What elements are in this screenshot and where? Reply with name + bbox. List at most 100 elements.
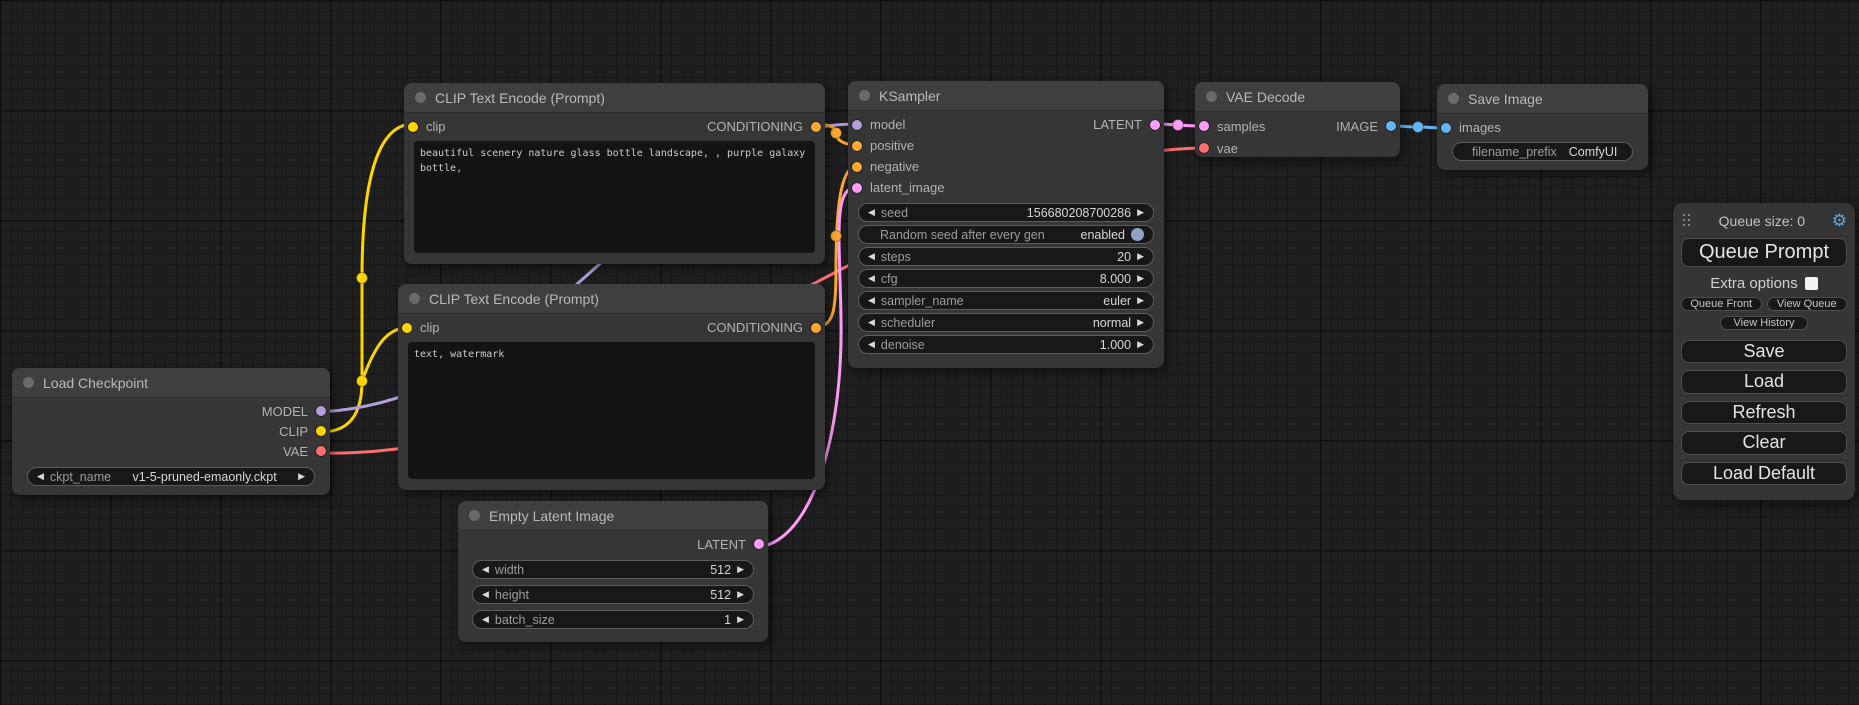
prev-arrow-icon[interactable]: ◀ <box>482 590 489 599</box>
negative-input-port[interactable] <box>852 162 862 172</box>
prev-arrow-icon[interactable]: ◀ <box>868 252 875 261</box>
cfg-widget[interactable]: ◀ cfg 8.000 ▶ <box>858 269 1154 288</box>
collapse-dot-icon[interactable] <box>409 293 420 304</box>
latent-output-port[interactable] <box>1150 120 1160 130</box>
sampler-name-widget[interactable]: ◀ sampler_name euler ▶ <box>858 291 1154 310</box>
node-ksampler[interactable]: KSampler model LATENT positive negative … <box>848 81 1164 368</box>
next-arrow-icon[interactable]: ▶ <box>737 565 744 574</box>
next-arrow-icon[interactable]: ▶ <box>298 472 305 481</box>
reroute-dot-clip-lower[interactable] <box>357 376 368 387</box>
node-titlebar[interactable]: VAE Decode <box>1195 82 1400 112</box>
comfyui-canvas[interactable]: { "colors": { "model": "#B39DDB", "clip"… <box>0 0 1859 705</box>
prev-arrow-icon[interactable]: ◀ <box>868 318 875 327</box>
load-button[interactable]: Load <box>1681 370 1847 393</box>
node-titlebar[interactable]: Empty Latent Image <box>458 501 768 531</box>
prev-arrow-icon[interactable]: ◀ <box>868 296 875 305</box>
next-arrow-icon[interactable]: ▶ <box>1137 318 1144 327</box>
node-load-checkpoint[interactable]: Load Checkpoint MODEL CLIP VAE ◀ ckpt_na… <box>12 368 330 495</box>
images-input-port[interactable] <box>1441 123 1451 133</box>
latent-image-input-port[interactable] <box>852 183 862 193</box>
reroute-dot-positive[interactable] <box>831 128 842 139</box>
collapse-dot-icon[interactable] <box>23 377 34 388</box>
denoise-widget[interactable]: ◀ denoise 1.000 ▶ <box>858 335 1154 354</box>
latent-output-port[interactable] <box>754 539 764 549</box>
reroute-dot-clip-upper[interactable] <box>357 273 368 284</box>
clip-output-port[interactable] <box>316 426 326 436</box>
queue-prompt-button[interactable]: Queue Prompt <box>1681 238 1847 267</box>
conditioning-output-port[interactable] <box>811 122 821 132</box>
width-widget[interactable]: ◀ width 512 ▶ <box>472 560 754 579</box>
next-arrow-icon[interactable]: ▶ <box>1137 274 1144 283</box>
random-seed-toggle-widget[interactable]: Random seed after every gen enabled <box>858 225 1154 244</box>
drag-handle-icon[interactable] <box>1683 214 1692 227</box>
scheduler-widget[interactable]: ◀ scheduler normal ▶ <box>858 313 1154 332</box>
input-label: latent_image <box>870 180 944 195</box>
positive-input-port[interactable] <box>852 141 862 151</box>
next-arrow-icon[interactable]: ▶ <box>1137 340 1144 349</box>
node-clip-text-encode-positive[interactable]: CLIP Text Encode (Prompt) clip CONDITION… <box>404 83 825 264</box>
collapse-dot-icon[interactable] <box>415 92 426 103</box>
output-slot-vae[interactable]: VAE <box>12 441 330 461</box>
settings-gear-icon[interactable]: ⚙ <box>1832 212 1847 229</box>
node-empty-latent-image[interactable]: Empty Latent Image LATENT ◀ width 512 ▶ … <box>458 501 768 642</box>
reroute-dot-latent[interactable] <box>1173 120 1184 131</box>
prev-arrow-icon[interactable]: ◀ <box>868 340 875 349</box>
node-titlebar[interactable]: CLIP Text Encode (Prompt) <box>404 83 825 113</box>
samples-input-port[interactable] <box>1199 121 1209 131</box>
collapse-dot-icon[interactable] <box>1206 91 1217 102</box>
node-save-image[interactable]: Save Image images filename_prefix ComfyU… <box>1437 84 1648 170</box>
model-input-port[interactable] <box>852 120 862 130</box>
next-arrow-icon[interactable]: ▶ <box>1137 296 1144 305</box>
save-button[interactable]: Save <box>1681 340 1847 363</box>
steps-widget[interactable]: ◀ steps 20 ▶ <box>858 247 1154 266</box>
collapse-dot-icon[interactable] <box>1448 93 1459 104</box>
extra-options-checkbox[interactable] <box>1805 277 1818 290</box>
image-output-port[interactable] <box>1386 121 1396 131</box>
clip-input-port[interactable] <box>408 122 418 132</box>
next-arrow-icon[interactable]: ▶ <box>737 615 744 624</box>
next-arrow-icon[interactable]: ▶ <box>1137 252 1144 261</box>
collapse-dot-icon[interactable] <box>469 510 480 521</box>
positive-prompt-textarea[interactable]: beautiful scenery nature glass bottle la… <box>414 141 815 253</box>
clear-button[interactable]: Clear <box>1681 431 1847 454</box>
next-arrow-icon[interactable]: ▶ <box>737 590 744 599</box>
batch-size-widget[interactable]: ◀ batch_size 1 ▶ <box>472 610 754 629</box>
next-arrow-icon[interactable]: ▶ <box>1137 208 1144 217</box>
seed-widget[interactable]: ◀ seed 156680208700286 ▶ <box>858 203 1154 222</box>
negative-prompt-textarea[interactable]: text, watermark <box>408 342 815 479</box>
output-slot-clip[interactable]: CLIP <box>12 421 330 441</box>
ckpt-name-widget[interactable]: ◀ ckpt_name v1-5-pruned-emaonly.ckpt ▶ <box>27 467 315 486</box>
node-title-text: CLIP Text Encode (Prompt) <box>435 90 605 106</box>
filename-prefix-widget[interactable]: filename_prefix ComfyUI <box>1452 142 1633 161</box>
node-clip-text-encode-negative[interactable]: CLIP Text Encode (Prompt) clip CONDITION… <box>398 284 825 490</box>
prev-arrow-icon[interactable]: ◀ <box>868 274 875 283</box>
view-history-button[interactable]: View History <box>1720 316 1808 330</box>
queue-front-button[interactable]: Queue Front <box>1681 297 1762 311</box>
output-slot-latent[interactable]: LATENT <box>458 534 768 554</box>
node-titlebar[interactable]: CLIP Text Encode (Prompt) <box>398 284 825 314</box>
vae-input-port[interactable] <box>1199 143 1209 153</box>
node-titlebar[interactable]: KSampler <box>848 81 1164 111</box>
load-default-button[interactable]: Load Default <box>1681 462 1847 485</box>
queue-panel[interactable]: Queue size: 0 ⚙ Queue Prompt Extra optio… <box>1673 203 1855 500</box>
model-output-port[interactable] <box>316 406 326 416</box>
reroute-dot-negative[interactable] <box>831 231 842 242</box>
node-titlebar[interactable]: Save Image <box>1437 84 1648 114</box>
refresh-button[interactable]: Refresh <box>1681 401 1847 424</box>
prev-arrow-icon[interactable]: ◀ <box>37 472 44 481</box>
node-vae-decode[interactable]: VAE Decode samples IMAGE vae <box>1195 82 1400 157</box>
clip-input-port[interactable] <box>402 323 412 333</box>
prev-arrow-icon[interactable]: ◀ <box>482 615 489 624</box>
prev-arrow-icon[interactable]: ◀ <box>868 208 875 217</box>
view-queue-button[interactable]: View Queue <box>1767 297 1848 311</box>
conditioning-output-port[interactable] <box>811 323 821 333</box>
output-slot-model[interactable]: MODEL <box>12 401 330 421</box>
toggle-enabled-icon[interactable] <box>1131 228 1144 241</box>
height-widget[interactable]: ◀ height 512 ▶ <box>472 585 754 604</box>
prev-arrow-icon[interactable]: ◀ <box>482 565 489 574</box>
node-titlebar[interactable]: Load Checkpoint <box>12 368 330 398</box>
collapse-dot-icon[interactable] <box>859 90 870 101</box>
reroute-dot-image[interactable] <box>1413 122 1424 133</box>
vae-output-port[interactable] <box>316 446 326 456</box>
widget-value: enabled <box>1081 228 1126 242</box>
